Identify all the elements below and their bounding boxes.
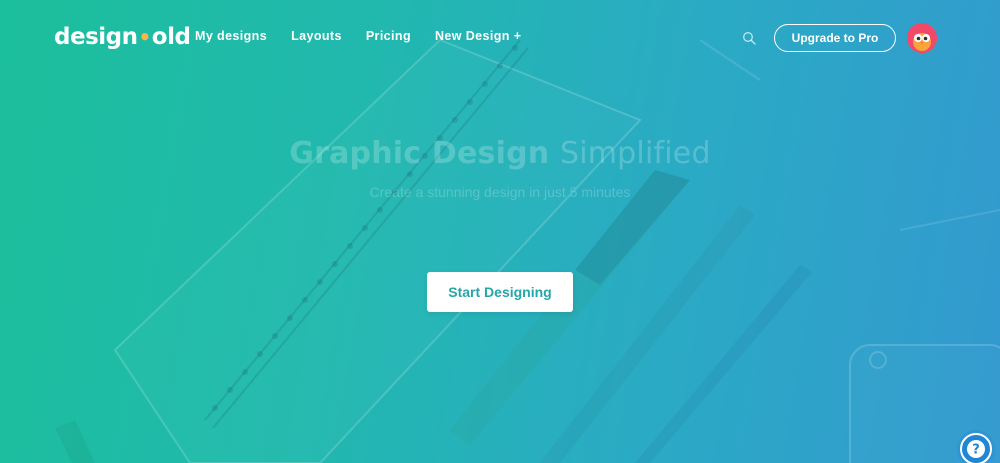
nav-pricing[interactable]: Pricing <box>366 29 411 43</box>
logo-text-right: old <box>151 24 191 50</box>
hero-title-light: Simplified <box>559 136 711 171</box>
owl-avatar-icon <box>907 23 937 53</box>
user-avatar[interactable] <box>907 23 937 53</box>
main-nav: My designs Layouts Pricing New Design + <box>195 29 545 43</box>
help-button[interactable]: ? <box>960 433 992 463</box>
nav-layouts[interactable]: Layouts <box>291 29 342 43</box>
brand-logo[interactable]: design • old <box>54 22 191 52</box>
question-icon: ? <box>967 440 985 458</box>
svg-text:?: ? <box>972 443 980 458</box>
logo-text-left: design <box>54 24 138 50</box>
hero-title: Graphic Design Simplified <box>0 136 1000 171</box>
search-icon[interactable] <box>742 31 756 45</box>
hero-subtitle: Create a stunning design in just 5 minut… <box>369 184 631 200</box>
logo-accent: • <box>138 25 151 49</box>
upgrade-to-pro-button[interactable]: Upgrade to Pro <box>774 24 896 52</box>
top-navbar: design • old My designs Layouts Pricing … <box>0 0 1000 74</box>
start-designing-button[interactable]: Start Designing <box>427 272 573 312</box>
hero-title-strong: Graphic Design <box>289 136 550 171</box>
nav-new-design[interactable]: New Design + <box>435 29 521 43</box>
nav-my-designs[interactable]: My designs <box>195 29 267 43</box>
